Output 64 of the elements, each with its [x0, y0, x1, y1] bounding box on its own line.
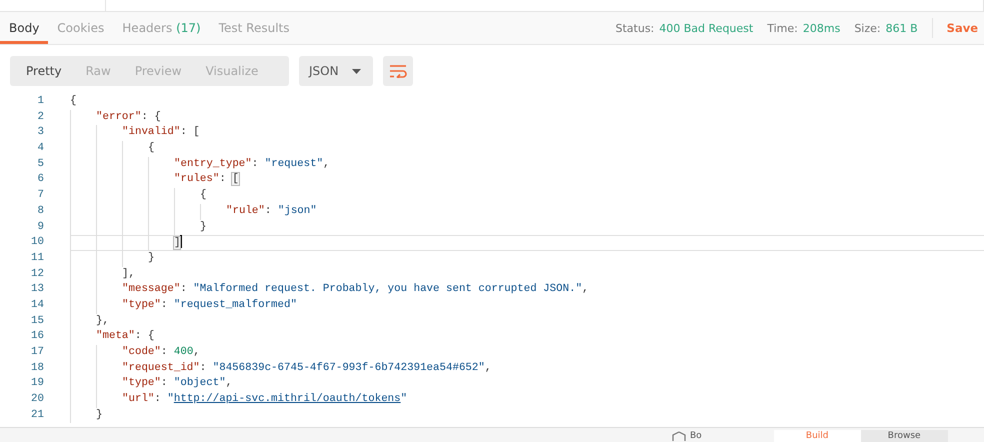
bottom-tab[interactable]: Browse	[860, 430, 948, 442]
line-number: 20	[30, 392, 45, 408]
response-tab[interactable]: Body	[0, 15, 48, 44]
code-line: "invalid": [	[70, 125, 984, 142]
response-tab[interactable]: Headers (17)	[113, 15, 210, 44]
line-number: 1	[36, 94, 45, 109]
save-response-button[interactable]: Save	[946, 21, 978, 35]
status-value: 208ms	[802, 22, 840, 34]
code-line: {	[70, 141, 984, 157]
code-line: "url": "http://api-svc.mithril/oauth/tokens"	[70, 392, 984, 408]
status-label: Time:	[767, 22, 798, 34]
line-number: 12	[30, 266, 45, 282]
line-number: 3	[36, 125, 45, 140]
bottom-tab[interactable]: Build	[774, 430, 861, 442]
response-tab[interactable]: Cookies	[48, 15, 114, 44]
line-number: 7	[36, 188, 45, 204]
wrap-lines-button[interactable]	[383, 56, 413, 86]
code-line: "entry_type": "request",	[70, 156, 984, 172]
line-number: 18	[30, 360, 45, 376]
line-number: 8	[36, 204, 45, 219]
line-number: 16	[30, 329, 45, 344]
code-line: "error": {	[70, 110, 984, 126]
code-line: "meta": {	[70, 329, 984, 345]
line-number: 5	[36, 156, 45, 172]
code-line: "rules": [	[70, 172, 984, 188]
line-number: 9	[36, 220, 45, 234]
code-line: ],	[70, 266, 984, 282]
caret-icon	[352, 68, 361, 74]
wrap-lines-icon	[389, 64, 407, 78]
line-number: 11	[30, 250, 45, 266]
view-mode-tab[interactable]: Visualize	[194, 56, 270, 86]
line-number: 17	[30, 345, 45, 360]
line-number: 4	[36, 141, 45, 156]
code-line: "type": "request_malformed"	[70, 298, 984, 314]
code-line: "rule": "json"	[70, 204, 984, 220]
response-tab[interactable]: Test Results	[210, 15, 298, 44]
code-line: ]	[70, 235, 984, 251]
line-number: 19	[30, 376, 45, 392]
code-line: {	[70, 94, 78, 109]
code-line: }	[70, 408, 984, 424]
bottom-bar-link[interactable]: Bo	[672, 430, 702, 442]
status-label: Size:	[854, 22, 881, 34]
code-line: }	[70, 250, 984, 267]
status-value: 400 Bad Request	[659, 22, 754, 34]
line-number: 2	[36, 110, 45, 125]
code-line: "request_id": "8456839c-6745-4f67-993f-6b742391ea54#652",	[70, 360, 984, 376]
view-mode-tab[interactable]: Pretty	[14, 56, 74, 86]
line-number: 6	[36, 172, 45, 188]
line-number: 13	[30, 282, 45, 298]
line-number: 15	[30, 314, 45, 329]
view-mode-tab[interactable]: Preview	[122, 56, 194, 86]
code-line: }	[70, 220, 984, 236]
view-mode-tab[interactable]: Raw	[74, 56, 123, 86]
code-line: },	[70, 314, 984, 330]
code-line: "message": "Malformed request. Probably, you have sent corrupted JSON.",	[70, 282, 984, 298]
line-number: 10	[30, 235, 45, 250]
code-line: {	[70, 188, 984, 204]
status-label: Status:	[616, 22, 654, 34]
line-number: 21	[30, 408, 45, 423]
code-line: "type": "object",	[70, 376, 984, 392]
line-number: 14	[30, 298, 45, 313]
code-line: "code": 400,	[70, 345, 984, 361]
format-dropdown[interactable]: JSON	[299, 56, 373, 86]
status-value: 861 B	[886, 22, 918, 34]
